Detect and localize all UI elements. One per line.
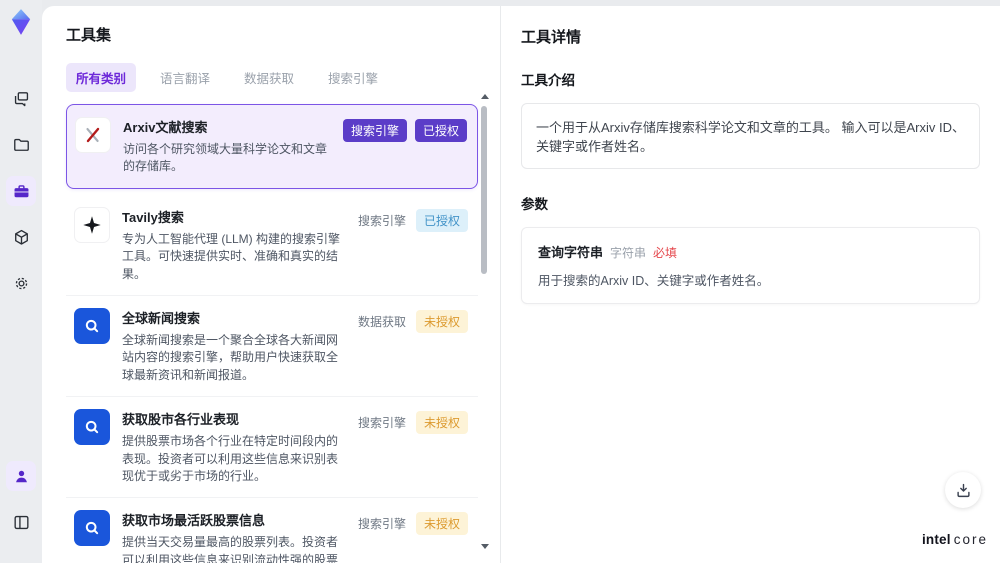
intro-heading: 工具介绍 — [521, 73, 575, 88]
download-icon — [956, 483, 970, 497]
sidebar-item-panel-toggle[interactable] — [6, 507, 36, 537]
folder-icon — [13, 138, 29, 151]
category-tabs: 所有类别 语言翻译 数据获取 搜索引擎 — [66, 63, 474, 92]
tool-name: 获取市场最活跃股票信息 — [122, 513, 266, 529]
arxiv-logo-icon — [75, 117, 111, 153]
tool-description: 全球新闻搜索是一个聚合全球各大新闻网站内容的搜索引擎，帮助用户快速获取全球最新资… — [122, 332, 339, 382]
tab-all-categories[interactable]: 所有类别 — [66, 63, 137, 92]
scroll-up-arrow-icon[interactable] — [481, 94, 489, 99]
news-search-logo-icon — [74, 409, 110, 446]
tool-name: 全球新闻搜索 — [122, 310, 201, 326]
sidebar-item-settings[interactable] — [6, 268, 36, 298]
panel-toggle-icon — [13, 515, 29, 529]
briefcase-icon — [14, 184, 28, 197]
download-button[interactable] — [945, 472, 981, 508]
parameter-card: 查询字符串 字符串 必填 用于搜索的Arxiv ID、关键字或作者姓名。 — [521, 227, 980, 304]
news-search-logo-icon — [74, 307, 110, 344]
tool-detail-panel: 工具详情 工具介绍 一个用于从Arxiv存储库搜索科学论文和文章的工具。 输入可… — [500, 6, 1000, 563]
tool-list-item-global-news[interactable]: 全球新闻搜索 全球新闻搜索是一个聚合全球各大新闻网站内容的搜索引擎，帮助用户快速… — [66, 296, 478, 398]
tab-language-translation[interactable]: 语言翻译 — [150, 63, 220, 92]
tool-list: Arxiv文献搜索 访问各个研究领域大量科学论文和文章的存储库。 搜索引擎 已授… — [66, 104, 478, 563]
auth-status-badge: 已授权 — [415, 208, 468, 232]
category-badge: 搜索引擎 — [357, 517, 406, 532]
cube-icon — [14, 229, 28, 245]
parameter-required-flag: 必填 — [653, 246, 678, 260]
tool-list-item-tavily[interactable]: Tavily搜索 专为人工智能代理 (LLM) 构建的搜索引擎工具。可快速提供实… — [66, 195, 478, 296]
parameter-type: 字符串 — [610, 246, 647, 260]
scroll-down-arrow-icon[interactable] — [481, 544, 489, 549]
sidebar-item-chat[interactable] — [6, 84, 36, 114]
category-badge: 数据获取 — [357, 314, 406, 329]
app-logo-icon — [11, 9, 31, 35]
params-heading: 参数 — [521, 197, 548, 212]
tool-name: 获取股市各行业表现 — [122, 412, 240, 428]
auth-status-badge: 未授权 — [415, 512, 468, 536]
tool-name: Arxiv文献搜索 — [123, 120, 208, 135]
auth-status-badge: 已授权 — [414, 119, 467, 142]
chat-icon — [14, 91, 28, 106]
app-window: 工具集 所有类别 语言翻译 数据获取 搜索引擎 Arxiv文献搜索 访问各个研究… — [0, 0, 1000, 563]
sidebar-item-models[interactable] — [6, 222, 36, 252]
sidebar-item-tools[interactable] — [6, 176, 36, 206]
sidebar-item-profile[interactable] — [6, 461, 36, 491]
tool-list-item-active-stocks[interactable]: 获取市场最活跃股票信息 提供当天交易量最高的股票列表。投资者可以利用这些信息来识… — [66, 498, 478, 563]
gear-icon — [15, 277, 27, 289]
intel-core-logo: intel core — [922, 532, 988, 547]
tool-description: 专为人工智能代理 (LLM) 构建的搜索引擎工具。可快速提供实时、准确和真实的结… — [122, 231, 341, 281]
tool-intro-text: 一个用于从Arxiv存储库搜索科学论文和文章的工具。 输入可以是Arxiv ID… — [521, 103, 980, 169]
auth-status-badge: 未授权 — [415, 309, 468, 333]
list-scrollbar[interactable] — [480, 94, 489, 549]
scrollbar-thumb[interactable] — [481, 106, 487, 274]
left-rail — [0, 0, 42, 563]
tool-list-item-sector-performance[interactable]: 获取股市各行业表现 提供股票市场各个行业在特定时间段内的表现。投资者可以利用这些… — [66, 397, 478, 499]
page-title: 工具集 — [66, 27, 112, 44]
tool-description: 提供股票市场各个行业在特定时间段内的表现。投资者可以利用这些信息来识别表现优于或… — [122, 434, 339, 483]
tool-description: 提供当天交易量最高的股票列表。投资者可以利用这些信息来识别流动性强的股票和潜在的… — [122, 535, 339, 563]
core-brand-text: core — [953, 532, 988, 547]
main-content: 工具集 所有类别 语言翻译 数据获取 搜索引擎 Arxiv文献搜索 访问各个研究… — [42, 6, 1000, 563]
auth-status-badge: 未授权 — [415, 411, 468, 435]
category-badge: 搜索引擎 — [342, 119, 407, 142]
tool-description: 访问各个研究领域大量科学论文和文章的存储库。 — [123, 142, 328, 174]
tab-search-engine[interactable]: 搜索引擎 — [318, 63, 388, 92]
user-icon — [15, 470, 27, 482]
intel-brand-text: intel — [921, 532, 951, 547]
category-badge: 搜索引擎 — [357, 416, 406, 431]
tab-data-fetching[interactable]: 数据获取 — [234, 63, 304, 92]
sidebar-item-files[interactable] — [6, 130, 36, 160]
tool-list-item-arxiv[interactable]: Arxiv文献搜索 访问各个研究领域大量科学论文和文章的存储库。 搜索引擎 已授… — [66, 104, 478, 189]
tool-name: Tavily搜索 — [122, 209, 184, 225]
tool-list-panel: 工具集 所有类别 语言翻译 数据获取 搜索引擎 Arxiv文献搜索 访问各个研究… — [42, 6, 500, 563]
parameter-description: 用于搜索的Arxiv ID、关键字或作者姓名。 — [538, 274, 770, 288]
category-badge: 搜索引擎 — [357, 213, 406, 228]
tavily-logo-icon — [74, 206, 110, 243]
parameter-name: 查询字符串 — [538, 245, 604, 260]
news-search-logo-icon — [74, 510, 110, 547]
detail-title: 工具详情 — [521, 29, 582, 46]
